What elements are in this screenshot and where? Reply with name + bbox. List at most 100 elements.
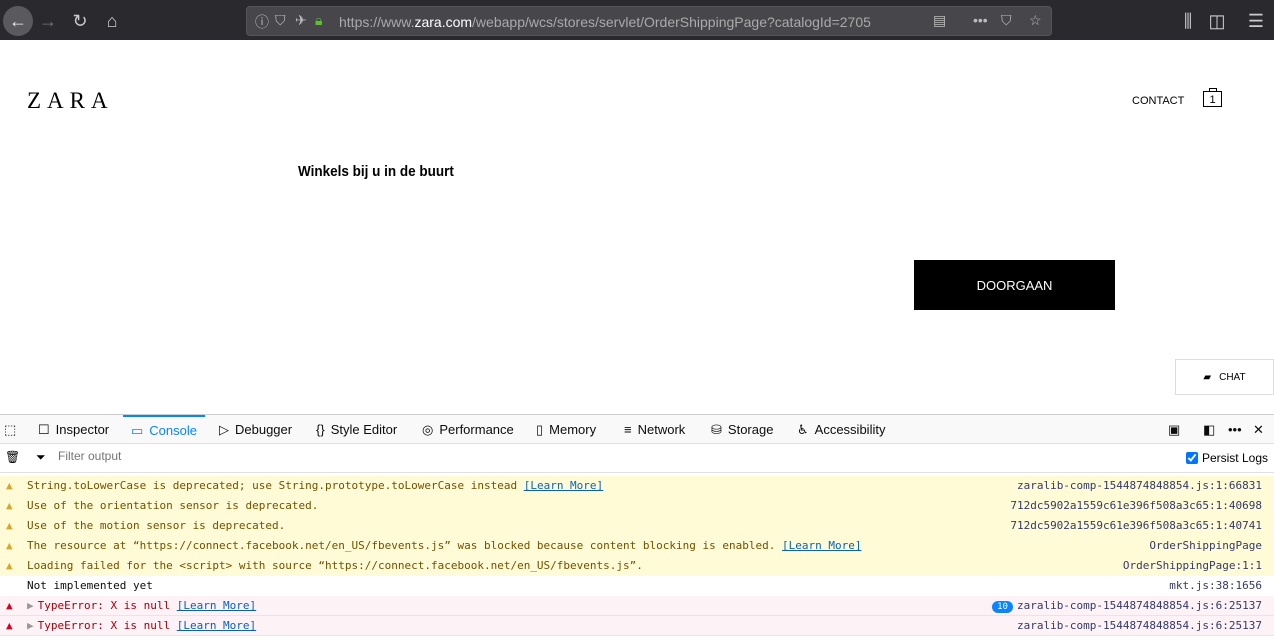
console-message: ▲ Loading failed for the <script> with so…: [0, 556, 1274, 576]
performance-icon: ◎: [422, 421, 434, 437]
page-heading: Winkels bij u in de buurt: [298, 163, 454, 180]
console-message: ▲ String.toLowerCase is deprecated; use S…: [0, 476, 1274, 496]
tracking-shield-icon[interactable]: ⛉: [275, 12, 286, 29]
url-text[interactable]: https://www.zara.com/webapp/wcs/stores/s…: [339, 14, 919, 30]
console-message: ▲ Use of the orientation sensor is deprec…: [0, 496, 1274, 516]
source-link[interactable]: zaralib-comp-1544874848854.js:6:25137: [1017, 599, 1262, 612]
tab-label: Memory: [549, 422, 597, 437]
continue-button[interactable]: DOORGAAN: [914, 260, 1115, 310]
persist-logs-check[interactable]: [1185, 452, 1198, 464]
contact-link[interactable]: CONTACT: [1132, 95, 1184, 107]
message-source[interactable]: 10 zaralib-comp-1544874848854.js:6:25137: [992, 596, 1262, 616]
message-body: Loading failed for the <script> with sou…: [27, 559, 643, 572]
tab-label: Inspector: [55, 422, 110, 437]
error-icon: ▲: [6, 599, 13, 612]
message-text: Not implemented yet: [27, 576, 153, 596]
learn-more-link[interactable]: [Learn More]: [782, 539, 861, 552]
message-text: String.toLowerCase is deprecated; use St…: [27, 476, 603, 496]
filter-icon: ⏷: [36, 450, 46, 464]
url-domain: zara.com: [414, 14, 473, 30]
expand-arrow-icon[interactable]: ▶: [27, 599, 34, 612]
zara-logo[interactable]: ZARA: [27, 88, 114, 114]
tab-console[interactable]: ▭ Console: [123, 415, 205, 444]
learn-more-link[interactable]: [Learn More]: [177, 599, 256, 612]
repeat-count-badge: 10: [992, 601, 1013, 613]
message-source[interactable]: mkt.js:38:1656: [1169, 576, 1262, 596]
reader-view-icon[interactable]: ▤: [933, 12, 946, 29]
message-body: Not implemented yet: [27, 579, 153, 592]
dock-icon[interactable]: ◧: [1203, 415, 1215, 444]
library-icon[interactable]: ⫼: [1175, 8, 1201, 34]
console-message: ▲ ▶ TypeError: X is null [Learn More] 10 zar…: [0, 596, 1274, 616]
url-path: /webapp/wcs/stores/servlet/OrderShipping…: [472, 14, 871, 30]
url-bar[interactable]: ⓘ ⛉ ✈ 🔒︎ https://www.zara.com/webapp/wcs…: [246, 6, 1052, 36]
tab-accessibility[interactable]: ♿︎ Accessibility: [797, 415, 885, 444]
bookmark-star-icon[interactable]: ☆: [1029, 12, 1042, 29]
console-message: ▲ Use of the motion sensor is deprecated.…: [0, 516, 1274, 536]
tab-label: Accessibility: [814, 422, 886, 437]
tab-label: Network: [637, 422, 686, 437]
source-link[interactable]: zaralib-comp-1544874848854.js:1:66831: [1017, 479, 1262, 492]
warning-icon: ▲: [6, 539, 13, 552]
menu-icon[interactable]: ☰: [1243, 8, 1269, 34]
tab-inspector[interactable]: ☐ Inspector: [38, 415, 109, 444]
chat-label: CHAT: [1219, 371, 1246, 383]
web-page: ZARA CONTACT 1 Winkels bij u in de buurt…: [0, 40, 1274, 414]
close-devtools-icon[interactable]: ✕: [1253, 415, 1264, 444]
persist-logs-label: Persist Logs: [1201, 451, 1268, 465]
message-source[interactable]: zaralib-comp-1544874848854.js:6:25137: [1017, 616, 1262, 636]
message-source[interactable]: OrderShippingPage:1:1: [1123, 556, 1262, 576]
message-source[interactable]: 712dc5902a1559c61e396f508a3c65:1:40741: [1010, 516, 1262, 536]
learn-more-link[interactable]: [Learn More]: [177, 619, 256, 632]
tab-label: Debugger: [235, 422, 293, 437]
chat-button[interactable]: ▰ CHAT: [1175, 359, 1274, 395]
reload-button[interactable]: ↻: [67, 8, 93, 34]
split-console-icon[interactable]: ▣: [1168, 415, 1180, 444]
message-body: Use of the motion sensor is deprecated.: [27, 519, 286, 532]
message-body: Use of the orientation sensor is depreca…: [27, 499, 319, 512]
source-link[interactable]: zaralib-comp-1544874848854.js:6:25137: [1017, 619, 1262, 632]
tab-memory[interactable]: ▯ Memory: [536, 415, 596, 444]
forward-button[interactable]: →: [35, 8, 61, 34]
inspector-icon: ☐: [38, 421, 50, 437]
message-source[interactable]: 712dc5902a1559c61e396f508a3c65:1:40698: [1010, 496, 1262, 516]
tab-performance[interactable]: ◎ Performance: [422, 415, 514, 444]
tab-debugger[interactable]: ▷ Debugger: [219, 415, 292, 444]
home-button[interactable]: ⌂: [99, 8, 125, 34]
tab-style-editor[interactable]: {} Style Editor: [316, 415, 397, 444]
filter-input[interactable]: [58, 449, 658, 463]
message-source[interactable]: zaralib-comp-1544874848854.js:1:66831: [1017, 476, 1262, 496]
expand-arrow-icon[interactable]: ▶: [27, 619, 34, 632]
console-icon: ▭: [131, 422, 144, 438]
persist-logs-checkbox[interactable]: Persist Logs: [1185, 451, 1268, 465]
message-source[interactable]: OrderShippingPage: [1149, 536, 1262, 556]
source-link[interactable]: 712dc5902a1559c61e396f508a3c65:1:40698: [1010, 499, 1262, 512]
back-button[interactable]: ←: [3, 6, 33, 36]
trash-icon[interactable]: 🗑︎: [5, 450, 20, 464]
page-actions-icon[interactable]: •••: [973, 12, 988, 28]
source-link[interactable]: mkt.js:38:1656: [1169, 579, 1262, 592]
warning-icon: ▲: [6, 519, 13, 532]
lock-icon[interactable]: 🔒︎: [315, 12, 322, 29]
info-icon[interactable]: ⓘ: [255, 12, 269, 32]
error-icon: ▲: [6, 619, 13, 632]
tab-label: Storage: [727, 422, 774, 437]
element-picker-icon[interactable]: ⬚: [4, 415, 16, 444]
browser-toolbar: ← → ↻ ⌂ ⓘ ⛉ ✈ 🔒︎ https://www.zara.com/we…: [0, 0, 1274, 40]
source-link[interactable]: OrderShippingPage:1:1: [1123, 559, 1262, 572]
pocket-icon[interactable]: ⛉: [1001, 12, 1012, 29]
permissions-icon[interactable]: ✈: [295, 12, 307, 29]
shopping-bag-icon[interactable]: 1: [1203, 88, 1222, 107]
more-options-icon[interactable]: •••: [1228, 415, 1242, 444]
console-filter-bar: 🗑︎ ⏷ Persist Logs: [0, 444, 1274, 473]
tab-storage[interactable]: ⛁ Storage: [711, 415, 773, 444]
chat-bubble-icon: ▰: [1203, 371, 1212, 383]
source-link[interactable]: 712dc5902a1559c61e396f508a3c65:1:40741: [1010, 519, 1262, 532]
message-text: The resource at “https://connect.faceboo…: [27, 536, 861, 556]
sidebar-icon[interactable]: ◫: [1204, 8, 1230, 34]
source-link[interactable]: OrderShippingPage: [1149, 539, 1262, 552]
learn-more-link[interactable]: [Learn More]: [524, 479, 603, 492]
message-text: Loading failed for the <script> with sou…: [27, 556, 643, 576]
tab-network[interactable]: ≡ Network: [624, 415, 685, 444]
warning-icon: ▲: [6, 559, 13, 572]
